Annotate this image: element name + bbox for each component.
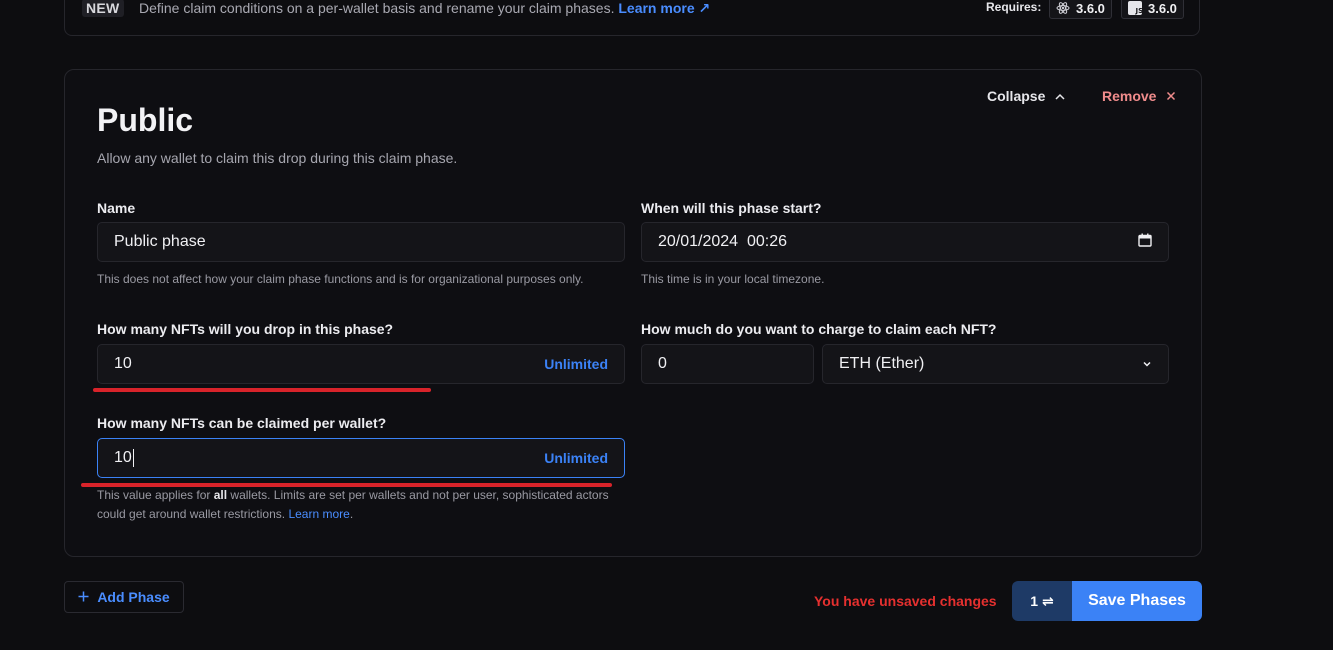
text-cursor <box>132 448 134 467</box>
react-version: 3.6.0 <box>1076 0 1105 16</box>
per-wallet-help-part: This value applies for <box>97 488 211 502</box>
price-input[interactable]: 0 <box>641 344 814 384</box>
drop-count-input[interactable]: 10 Unlimited <box>97 344 625 384</box>
save-phases-button[interactable]: Save Phases <box>1072 581 1202 621</box>
plus-icon <box>78 589 89 605</box>
banner-learn-more-link[interactable]: Learn more ↗ <box>618 0 710 16</box>
unsaved-changes-text: You have unsaved changes <box>814 593 997 609</box>
add-phase-button[interactable]: Add Phase <box>64 581 184 613</box>
start-time-value: 20/01/2024 00:26 <box>658 233 788 250</box>
drop-unlimited-button[interactable]: Unlimited <box>544 356 608 372</box>
changes-count: 1 <box>1030 593 1039 609</box>
annotation-underline <box>93 388 431 392</box>
per-wallet-label: How many NFTs can be claimed per wallet? <box>97 415 387 431</box>
name-value: Public phase <box>114 233 206 250</box>
per-wallet-help-text: This value applies for all wallets. Limi… <box>97 486 617 524</box>
price-value: 0 <box>658 355 667 372</box>
remove-button[interactable]: Remove <box>1102 88 1176 104</box>
swap-arrows-icon: ⇌ <box>1042 592 1054 609</box>
calendar-icon[interactable] <box>1138 233 1152 252</box>
collapse-button[interactable]: Collapse <box>987 88 1065 104</box>
chevron-down-icon <box>1142 355 1152 373</box>
collapse-label: Collapse <box>987 88 1046 104</box>
chevron-up-icon <box>1055 88 1065 104</box>
per-wallet-value: 10 <box>114 449 132 467</box>
remove-label: Remove <box>1102 88 1157 104</box>
drop-count-value: 10 <box>114 355 132 372</box>
currency-select[interactable]: ETH (Ether) <box>822 344 1169 384</box>
claim-phase-card: Public Allow any wallet to claim this dr… <box>64 69 1202 557</box>
info-banner: NEW Define claim conditions on a per-wal… <box>64 0 1200 36</box>
new-badge: NEW <box>82 0 124 17</box>
js-icon: JS <box>1128 1 1142 15</box>
js-sdk-version-chip[interactable]: JS 3.6.0 <box>1121 0 1184 19</box>
banner-description: Define claim conditions on a per-wallet … <box>139 0 615 16</box>
drop-count-label: How many NFTs will you drop in this phas… <box>97 321 394 337</box>
per-wallet-value-wrap: 10 <box>114 448 544 467</box>
requires-label: Requires: <box>986 0 1042 14</box>
react-icon <box>1056 1 1070 15</box>
phase-title: Public <box>97 102 194 138</box>
svg-text:JS: JS <box>1135 7 1143 15</box>
per-wallet-unlimited-button[interactable]: Unlimited <box>544 450 608 466</box>
phase-subtitle: Allow any wallet to claim this drop duri… <box>97 150 458 166</box>
add-phase-label: Add Phase <box>97 589 170 605</box>
close-icon <box>1166 88 1176 104</box>
per-wallet-input[interactable]: 10 Unlimited <box>97 438 625 478</box>
name-label: Name <box>97 200 136 216</box>
banner-text: Define claim conditions on a per-wallet … <box>139 0 710 17</box>
per-wallet-help-end: . <box>349 507 354 521</box>
js-version: 3.6.0 <box>1148 0 1177 16</box>
start-time-input[interactable]: 20/01/2024 00:26 <box>641 222 1169 262</box>
changes-count-button[interactable]: 1 ⇌ <box>1012 581 1072 621</box>
start-time-help-text: This time is in your local timezone. <box>641 272 825 286</box>
per-wallet-learn-more-link[interactable]: Learn more <box>288 507 349 521</box>
name-field[interactable]: Public phase <box>97 222 625 262</box>
react-sdk-version-chip[interactable]: 3.6.0 <box>1049 0 1112 19</box>
start-time-label: When will this phase start? <box>641 200 822 216</box>
currency-value: ETH (Ether) <box>839 355 925 372</box>
price-label: How much do you want to charge to claim … <box>641 321 997 337</box>
name-help-text: This does not affect how your claim phas… <box>97 272 584 286</box>
per-wallet-help-bold: all <box>213 488 228 502</box>
